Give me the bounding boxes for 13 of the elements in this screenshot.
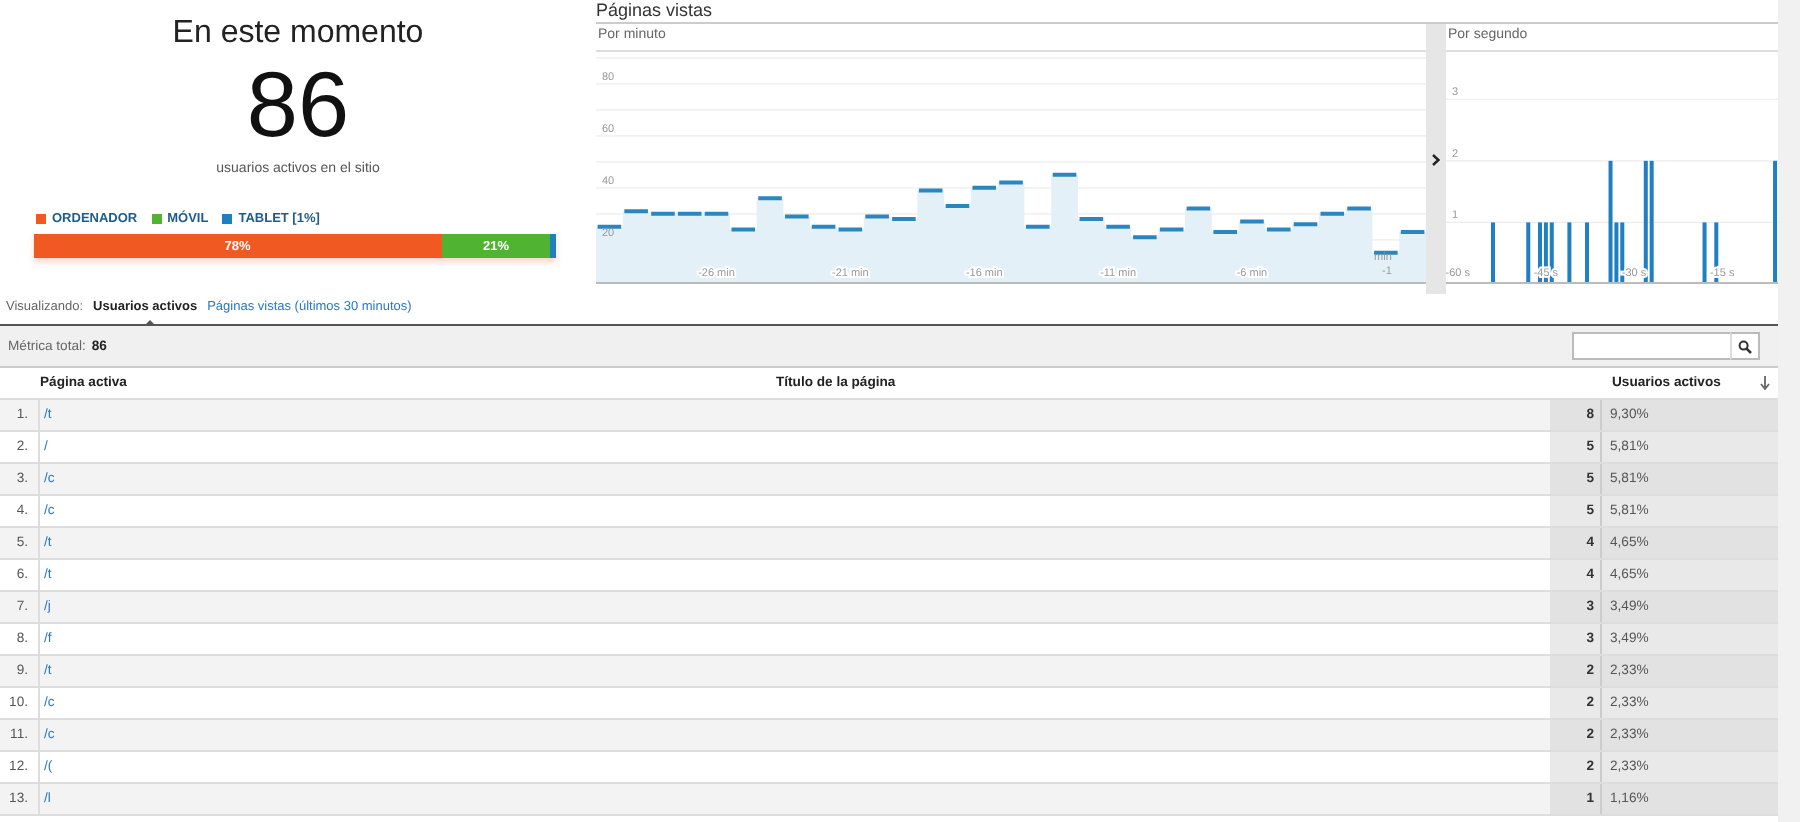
section-title: Páginas vistas (596, 0, 1778, 24)
bar (1526, 222, 1531, 284)
panel-title: En este momento (172, 16, 424, 52)
active-users-count: 86 (246, 56, 350, 152)
chevron-icon[interactable] (1432, 153, 1440, 165)
bar (1567, 222, 1572, 284)
bar (1585, 222, 1590, 284)
search-icon (1738, 339, 1752, 353)
search-field[interactable] (1572, 332, 1730, 360)
bar (1702, 222, 1707, 284)
search-button[interactable] (1730, 332, 1760, 360)
sort-arrow-icon[interactable] (1760, 376, 1770, 390)
bar (1773, 160, 1778, 284)
